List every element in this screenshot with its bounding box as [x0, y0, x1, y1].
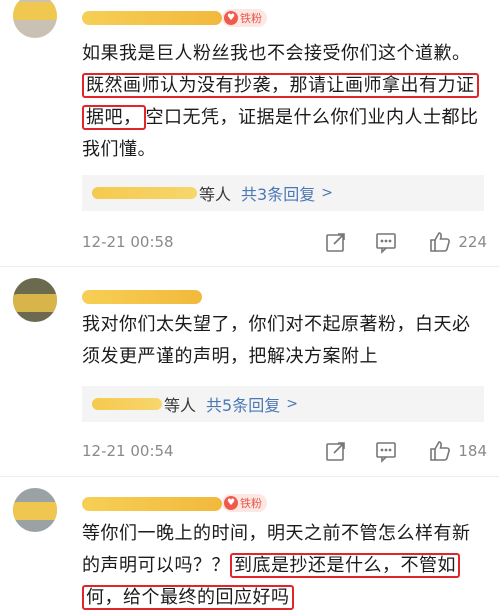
like-count: 184 [458, 442, 487, 460]
username-redacted[interactable] [82, 497, 222, 511]
timestamp: 12-21 00:54 [82, 442, 174, 460]
like-icon[interactable] [428, 230, 452, 254]
replier-redacted [92, 398, 162, 410]
like-count: 224 [458, 233, 487, 251]
chevron-right-icon: > [286, 396, 298, 412]
reply-users-label: 等人 [164, 396, 197, 415]
comment-icon[interactable] [374, 230, 398, 254]
timestamp: 12-21 00:58 [82, 233, 174, 251]
comment-meta: 12-21 00:54 184 [82, 437, 487, 465]
reply-summary[interactable]: 等人 共3条回复 > [82, 175, 484, 211]
share-icon[interactable] [324, 230, 348, 254]
reply-users-label: 等人 [199, 185, 232, 204]
fan-badge[interactable]: ♥ 铁粉 [222, 494, 267, 512]
username-redacted[interactable] [82, 11, 222, 25]
view-replies-link[interactable]: 共3条回复 > [241, 181, 333, 205]
share-icon[interactable] [324, 439, 348, 463]
avatar[interactable] [13, 0, 57, 38]
fan-badge[interactable]: ♥ 铁粉 [222, 9, 267, 27]
avatar[interactable] [13, 278, 57, 322]
view-replies-label: 共3条回复 [241, 185, 316, 204]
fan-badge-label: 铁粉 [240, 12, 262, 25]
replier-redacted [92, 187, 197, 199]
view-replies-label: 共5条回复 [206, 396, 281, 415]
comment-text-part: 如果我是巨人粉丝我也不会接受你们这个道歉。 [82, 43, 471, 64]
reply-summary[interactable]: 等人 共5条回复 > [82, 386, 484, 422]
comment-icon[interactable] [374, 439, 398, 463]
comment-actions: 184 [324, 439, 487, 463]
username-redacted[interactable] [82, 290, 202, 304]
like-icon[interactable] [428, 439, 452, 463]
comment-text: 等你们一晚上的时间，明天之前不管怎么样有新的声明可以吗？？ 到底是抄还是什么，不管… [82, 518, 487, 614]
view-replies-link[interactable]: 共5条回复 > [206, 392, 298, 416]
comment-text: 如果我是巨人粉丝我也不会接受你们这个道歉。既然画师认为没有抄袭，那请让画师拿出有… [82, 38, 487, 166]
comment-meta: 12-21 00:58 224 [82, 228, 487, 256]
comment-text-part: 我对你们太失望了，你们对不起原著粉，白天必须发更严谨的声明，把解决方案附上 [82, 314, 471, 367]
fan-badge-label: 铁粉 [240, 497, 262, 510]
heart-badge-icon: ♥ [224, 11, 238, 25]
divider [0, 266, 499, 267]
comment-actions: 224 [324, 230, 487, 254]
chevron-right-icon: > [321, 185, 333, 201]
divider [0, 476, 499, 477]
avatar[interactable] [13, 488, 57, 532]
heart-badge-icon: ♥ [224, 496, 238, 510]
comment-text: 我对你们太失望了，你们对不起原著粉，白天必须发更严谨的声明，把解决方案附上 [82, 309, 487, 373]
